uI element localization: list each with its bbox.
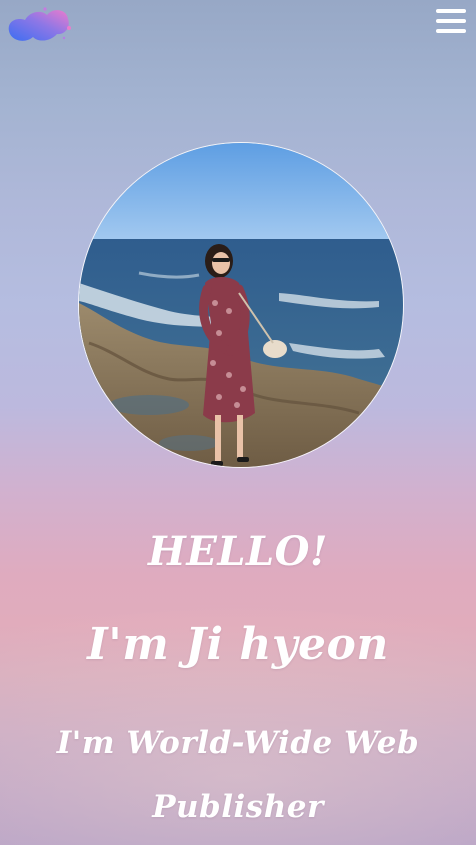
profile-photo <box>78 142 404 468</box>
menu-bar <box>436 19 466 23</box>
hero-name: I'm Ji hyeon <box>87 619 389 670</box>
menu-bar <box>436 9 466 13</box>
hero-role-line-1: I'm World-Wide Web <box>56 725 420 761</box>
blob-logo-icon <box>8 7 71 41</box>
hero-role-line-2: Publisher <box>152 789 324 825</box>
hero-greeting: HELLO! <box>148 528 328 575</box>
site-logo[interactable] <box>5 3 73 47</box>
menu-bar <box>436 29 466 33</box>
menu-button[interactable] <box>436 9 466 35</box>
